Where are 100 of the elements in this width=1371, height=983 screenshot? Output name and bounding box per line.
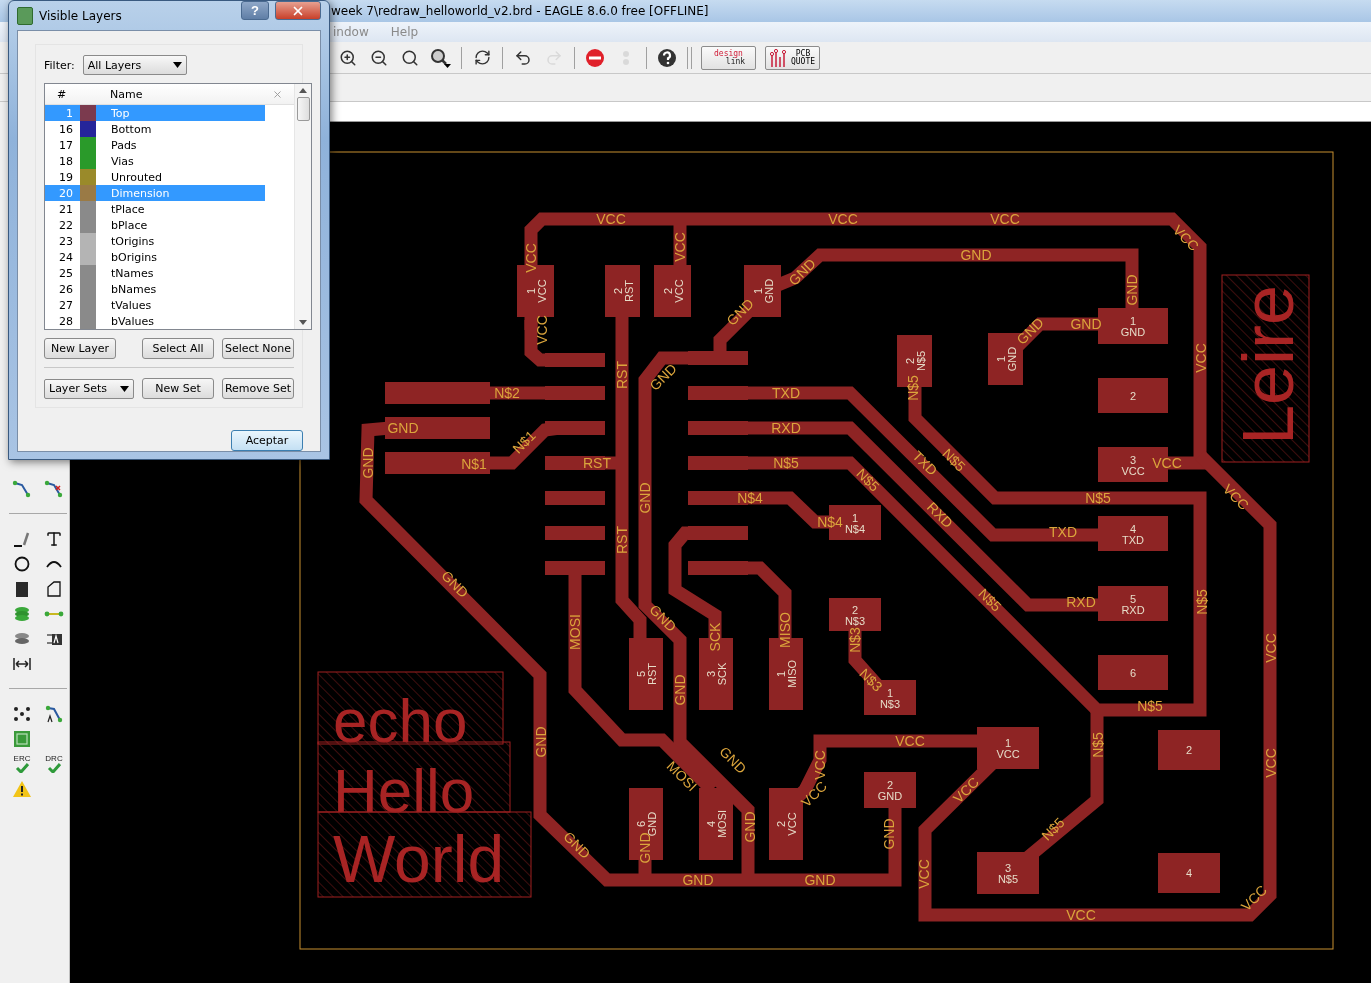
net-label: VCC [1263,748,1279,778]
new-layer-button[interactable]: New Layer [44,338,116,359]
layer-name: bOrigins [110,250,158,264]
net-label: GND [533,726,549,758]
pad-name: GND [1005,346,1018,372]
layer-number: 21 [58,202,74,216]
net-label: GND [672,674,688,706]
layer-number: 24 [58,250,74,264]
pad-name: VCC [1121,464,1145,477]
help-icon[interactable] [657,47,677,68]
layer-name: tOrigins [110,234,156,248]
net-label: N$4 [737,490,763,506]
route-icon[interactable] [12,478,32,499]
filter-dropdown[interactable]: All Layers [82,55,187,75]
net-label: VCC [1263,633,1279,663]
smd-pad [545,526,605,540]
net-label: GND [360,447,376,479]
net-label: TXD [772,385,800,401]
scrollbar-thumb[interactable] [296,97,310,121]
zoom-select-icon[interactable] [430,47,452,68]
select-none-button[interactable]: Select None [222,338,294,359]
layer-row[interactable]: 17 Pads [45,137,265,153]
layer-number: 26 [58,282,74,296]
undo-icon[interactable] [514,48,532,67]
stop-icon[interactable] [585,47,605,68]
smd-pad [545,386,605,400]
net-label: RST [614,361,630,389]
smd-pad [688,351,748,365]
layer-row[interactable]: 28 bValues [45,313,265,329]
layer-row[interactable]: 21 tPlace [45,201,265,217]
column-header[interactable]: Name [106,87,272,101]
pad-name: RST [622,280,635,302]
redraw-icon[interactable] [473,49,491,66]
column-header[interactable]: # [45,87,78,101]
layer-row[interactable]: 26 bNames [45,281,265,297]
layer-row[interactable]: 25 tNames [45,265,265,281]
new-set-button[interactable]: New Set [142,378,214,399]
smd-pad [1158,853,1220,893]
zoom-in-icon[interactable] [339,48,357,67]
pad-name: N$4 [844,522,866,535]
smd-pad [688,561,748,575]
net-label: GND [1070,316,1102,332]
text-icon[interactable] [45,529,63,548]
layer-row[interactable]: 23 tOrigins [45,233,265,249]
autorouter-icon[interactable] [44,703,64,724]
layer-name: Dimension [110,186,171,200]
net-label: N$5 [1137,698,1163,714]
close-button[interactable] [275,1,321,20]
scrollbar[interactable] [294,84,311,329]
net-label: N$1 [461,456,487,472]
net-label: N$5 [975,585,1005,615]
layer-row[interactable]: 16 Bottom [45,121,265,137]
layer-sets-dropdown[interactable]: Layer Sets [44,378,134,399]
net-label: VCC [1193,343,1209,373]
polygon-icon[interactable] [44,578,64,599]
drc-button[interactable]: DRC [45,754,63,773]
erc-button[interactable]: ERC [13,754,31,773]
layer-row[interactable]: 22 bPlace [45,217,265,233]
layer-row[interactable]: 18 Vias [45,153,265,169]
layer-row[interactable]: 27 tValues [45,297,265,313]
scroll-down-icon[interactable] [299,320,307,325]
net-label: VCC [949,773,983,807]
design-link-button[interactable]: design link [701,45,756,70]
net-label: VCC [828,211,858,227]
layer-number: 18 [58,154,74,168]
layer-row[interactable]: 24 bOrigins [45,249,265,265]
zoom-fit-icon[interactable] [401,48,419,67]
ripup-icon[interactable] [44,478,64,499]
zoom-out-icon[interactable] [370,48,388,67]
scroll-up-icon[interactable] [299,88,307,93]
caret-icon [172,62,182,68]
pad-number: 3 [1004,862,1012,874]
layer-number: 20 [58,186,74,200]
layer-name: tNames [110,266,155,280]
layer-name: bNames [110,282,158,296]
pad-name: VCC [786,812,798,836]
smd-pad [688,386,748,400]
net-label: N$3 [847,627,863,653]
net-label: N$5 [853,465,883,495]
pad-number: 2 [611,287,624,295]
net-label: N$4 [817,514,843,530]
remove-set-button[interactable]: Remove Set [222,378,294,399]
select-all-button[interactable]: Select All [142,338,214,359]
net-label: VCC [672,232,688,262]
pad-name: TXD [1122,533,1144,546]
caret-icon [120,385,129,392]
layer-number: 22 [58,218,74,232]
smd-pad [654,265,691,317]
pad-name: MISO [786,659,798,689]
net-label: GND [960,247,992,263]
pad-number: 6 [1129,666,1137,679]
ok-button[interactable]: Aceptar [231,430,303,451]
net-label: VCC [1237,881,1271,915]
layer-name: tValues [110,298,153,312]
pcb-quote-button[interactable]: PCB QUOTE [765,45,820,70]
layer-row[interactable]: 19 Unrouted [45,169,265,185]
layer-number: 19 [58,170,74,184]
pad-number: 4 [1185,867,1193,879]
net-label: GND [804,872,836,888]
pad-name: GND [877,790,903,802]
